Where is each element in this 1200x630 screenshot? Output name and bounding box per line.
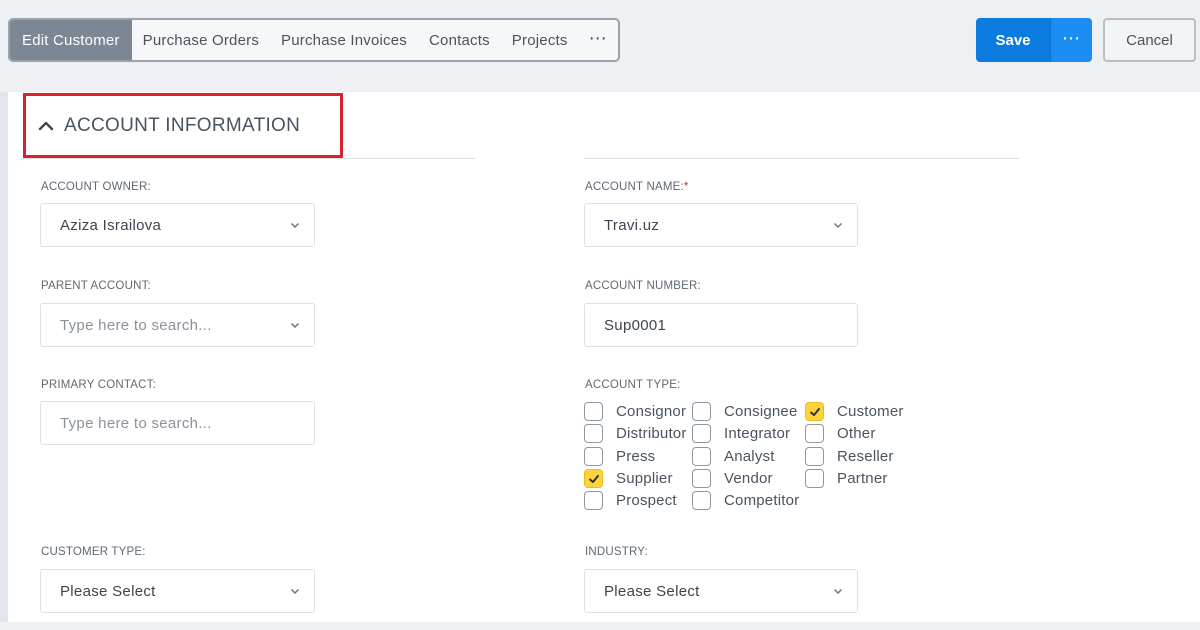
checkbox-box[interactable] [584,402,603,421]
industry-select[interactable]: Please Select [584,569,858,613]
checkbox-box[interactable] [805,447,824,466]
checkbox-label: Integrator [724,425,791,442]
checkbox-box[interactable] [584,424,603,443]
customer-type-value: Please Select [60,582,156,600]
checkbox-box[interactable] [692,424,711,443]
checkbox-label: Consignor [616,403,687,420]
checkbox-box[interactable] [805,469,824,488]
checkmark-icon[interactable] [805,402,824,421]
chevron-down-icon [290,322,300,329]
account-type-vendor-checkbox[interactable]: Vendor [692,469,773,488]
primary-contact-search[interactable]: Type here to search... [40,401,315,445]
save-options-icon[interactable]: ⋯ [1050,18,1092,62]
parent-account-placeholder: Type here to search... [60,316,212,334]
account-type-customer-checkbox[interactable]: Customer [805,402,904,421]
account-type-other-checkbox[interactable]: Other [805,424,876,443]
account-type-reseller-checkbox[interactable]: Reseller [805,447,894,466]
checkbox-label: Reseller [837,448,894,465]
checkbox-box[interactable] [692,447,711,466]
section-title: ACCOUNT INFORMATION [64,114,301,136]
checkbox-box[interactable] [584,447,603,466]
account-type-competitor-checkbox[interactable]: Competitor [692,491,799,510]
required-mark: * [683,181,689,193]
tab-purchase-invoices[interactable]: Purchase Invoices [270,20,418,60]
account-owner-value: Aziza Israilova [60,216,162,234]
parent-account-label: PARENT ACCOUNT: [41,280,151,292]
account-type-partner-checkbox[interactable]: Partner [805,469,888,488]
checkbox-label: Consignee [724,403,798,420]
tab-projects[interactable]: Projects [501,20,579,60]
checkbox-box[interactable] [692,491,711,510]
primary-contact-label: PRIMARY CONTACT: [41,379,157,391]
account-type-consignee-checkbox[interactable]: Consignee [692,402,798,421]
checkbox-label: Distributor [616,425,687,442]
account-type-label: ACCOUNT TYPE: [585,379,681,391]
industry-label: INDUSTRY: [585,546,648,558]
primary-contact-placeholder: Type here to search... [60,414,212,432]
checkbox-label: Other [837,425,876,442]
account-type-integrator-checkbox[interactable]: Integrator [692,424,790,443]
checkbox-label: Supplier [616,470,673,487]
account-type-supplier-checkbox[interactable]: Supplier [584,469,673,488]
tab-contacts[interactable]: Contacts [418,20,501,60]
checkbox-label: Vendor [724,470,773,487]
account-type-distributor-checkbox[interactable]: Distributor [584,424,687,443]
record-tabs: Edit Customer Purchase Orders Purchase I… [8,18,620,62]
account-number-label: ACCOUNT NUMBER: [585,280,701,292]
tab-edit-customer[interactable]: Edit Customer [10,20,132,60]
checkbox-label: Partner [837,470,888,487]
left-edge-strip [0,92,8,622]
checkbox-label: Prospect [616,492,677,509]
account-information-panel: ACCOUNT INFORMATION ACCOUNT OWNER: Aziza… [8,92,1200,622]
checkbox-box[interactable] [692,469,711,488]
cancel-button[interactable]: Cancel [1103,18,1196,62]
account-name-value: Travi.uz [604,216,660,234]
chevron-down-icon [290,222,300,229]
checkbox-box[interactable] [692,402,711,421]
checkbox-label: Competitor [724,492,800,509]
account-number-value: Sup0001 [604,316,667,334]
parent-account-search[interactable]: Type here to search... [40,303,315,347]
account-type-press-checkbox[interactable]: Press [584,447,655,466]
account-information-section-header[interactable]: ACCOUNT INFORMATION [23,93,343,158]
customer-type-label: CUSTOMER TYPE: [41,546,146,558]
account-type-analyst-checkbox[interactable]: Analyst [692,447,775,466]
account-owner-label: ACCOUNT OWNER: [41,181,151,193]
chevron-down-icon [833,588,843,595]
account-name-label: ACCOUNT NAME:* [585,181,689,193]
tabs-more-icon[interactable]: ⋯ [579,20,618,60]
chevron-down-icon [833,222,843,229]
account-type-prospect-checkbox[interactable]: Prospect [584,491,677,510]
account-number-input[interactable]: Sup0001 [584,303,858,347]
checkbox-box[interactable] [584,491,603,510]
checkbox-label: Customer [837,403,904,420]
account-owner-select[interactable]: Aziza Israilova [40,203,315,247]
chevron-up-icon [38,121,54,130]
account-type-consignor-checkbox[interactable]: Consignor [584,402,686,421]
checkmark-icon[interactable] [584,469,603,488]
account-name-label-text: ACCOUNT NAME: [585,181,684,193]
chevron-down-icon [290,588,300,595]
right-divider [584,158,1020,159]
account-name-select[interactable]: Travi.uz [584,203,858,247]
left-divider [23,158,476,159]
customer-type-select[interactable]: Please Select [40,569,315,613]
save-button[interactable]: Save [976,18,1050,62]
checkbox-box[interactable] [805,424,824,443]
checkbox-label: Analyst [724,448,775,465]
save-button-group: Save ⋯ [976,18,1092,62]
checkbox-label: Press [616,448,656,465]
tab-purchase-orders[interactable]: Purchase Orders [132,20,270,60]
industry-value: Please Select [604,582,700,600]
